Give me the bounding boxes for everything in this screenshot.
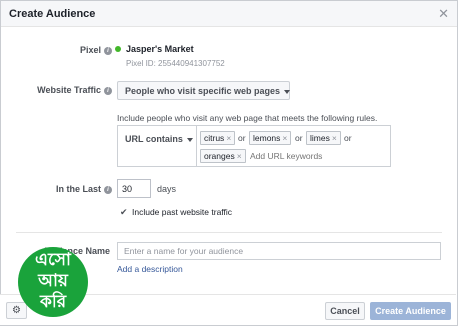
url-keyword-input[interactable] [250, 150, 330, 162]
or-label: or [344, 133, 352, 143]
pixel-name: Jasper's Market [126, 44, 194, 54]
pixel-status-dot [115, 46, 121, 52]
keyword-token[interactable]: lemons × [249, 131, 292, 145]
create-audience-button[interactable]: Create Audience [370, 302, 451, 320]
website-traffic-label-row: Website Traffic i [20, 85, 112, 95]
remove-icon[interactable]: × [332, 133, 337, 143]
keyword-token-label: lemons [253, 133, 281, 143]
remove-icon[interactable]: × [237, 151, 242, 161]
include-rules-text: Include people who visit any web page th… [117, 113, 378, 123]
pixel-id: Pixel ID: 255440941307752 [126, 59, 225, 68]
close-icon[interactable]: ✕ [438, 6, 449, 22]
badge-line: এসো [35, 250, 71, 270]
keyword-token-label: limes [310, 133, 330, 143]
badge-line: করি [39, 292, 67, 312]
or-label: or [238, 133, 246, 143]
keyword-token-label: citrus [204, 133, 225, 143]
info-icon[interactable]: i [104, 185, 112, 194]
days-input[interactable] [117, 179, 151, 198]
remove-icon[interactable]: × [282, 133, 287, 143]
keyword-token[interactable]: limes × [306, 131, 341, 145]
pixel-label-row: Pixel i [60, 45, 112, 55]
keyword-token[interactable]: citrus × [200, 131, 236, 145]
website-traffic-selected: People who visit specific web pages [125, 86, 281, 96]
logo-badge: এসো আয় করি [18, 247, 88, 317]
website-traffic-label: Website Traffic [37, 85, 101, 95]
divider [16, 232, 442, 233]
chevron-down-icon [186, 137, 193, 142]
include-past-label: Include past website traffic [132, 207, 233, 217]
include-past-checkbox[interactable]: ✔ [120, 208, 128, 217]
keyword-token-label: oranges [204, 151, 235, 161]
remove-icon[interactable]: × [226, 133, 231, 143]
chevron-down-icon [284, 89, 291, 94]
badge-line: আয় [38, 271, 68, 291]
url-operator-label: URL contains [125, 134, 183, 144]
cancel-button[interactable]: Cancel [325, 302, 365, 320]
url-operator-dropdown[interactable]: URL contains [118, 126, 197, 166]
audience-name-input[interactable] [117, 242, 441, 260]
dialog-title: Create Audience [9, 8, 96, 20]
add-description-link[interactable]: Add a description [117, 264, 183, 274]
info-icon[interactable]: i [104, 86, 112, 95]
dialog-header: Create Audience ✕ [1, 1, 457, 27]
info-icon[interactable]: i [104, 46, 112, 55]
or-label: or [295, 133, 303, 143]
website-traffic-dropdown[interactable]: People who visit specific web pages [117, 81, 291, 100]
in-the-last-label: In the Last [55, 184, 101, 194]
pixel-label: Pixel [79, 45, 101, 55]
in-the-last-label-row: In the Last i [30, 184, 112, 194]
keyword-token[interactable]: oranges × [200, 149, 246, 163]
days-unit-label: days [157, 184, 177, 194]
